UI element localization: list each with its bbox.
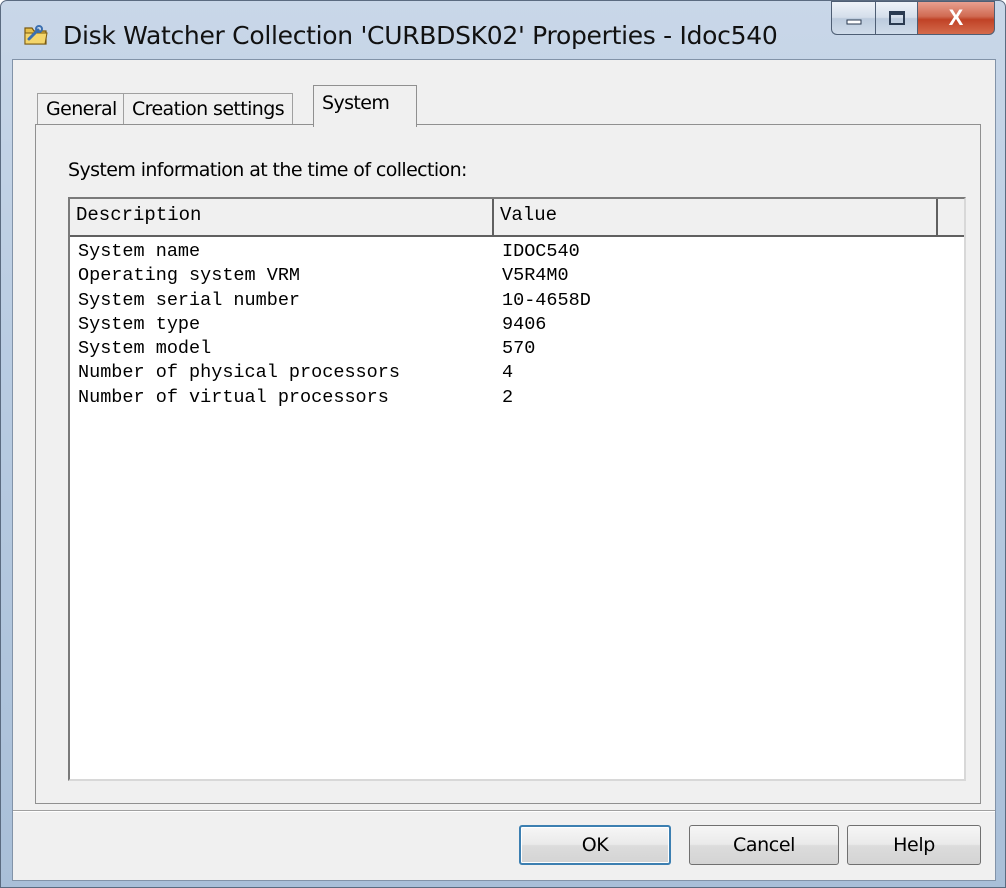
minimize-button[interactable] <box>831 1 875 35</box>
row-description: System type <box>78 313 201 335</box>
properties-window: Disk Watcher Collection 'CURBDSK02' Prop… <box>0 0 1006 888</box>
button-separator <box>13 810 995 812</box>
list-item[interactable]: System model 570 <box>70 338 535 362</box>
title-bar[interactable]: Disk Watcher Collection 'CURBDSK02' Prop… <box>1 1 1006 59</box>
row-description: Number of virtual processors <box>78 386 389 408</box>
caption-buttons: X <box>831 1 995 37</box>
system-info-label: System information at the time of collec… <box>68 159 467 181</box>
maximize-icon <box>888 11 905 25</box>
system-info-list[interactable]: Description Value System name IDOC540 Op… <box>68 197 966 781</box>
list-item[interactable]: Number of virtual processors 2 <box>70 387 513 411</box>
row-value: 2 <box>502 386 514 408</box>
maximize-button[interactable] <box>875 1 917 35</box>
row-description: System model <box>78 338 212 360</box>
tab-general[interactable]: General <box>37 93 126 125</box>
column-header-value[interactable]: Value <box>494 199 938 235</box>
row-value: 9406 <box>502 313 547 335</box>
list-item[interactable]: System type 9406 <box>70 313 546 338</box>
row-description: System name <box>78 241 201 262</box>
tab-system[interactable]: System <box>313 85 417 127</box>
list-item[interactable]: Operating system VRM V5R4M0 <box>70 265 569 289</box>
minimize-icon <box>846 19 861 25</box>
row-value: 10-4658D <box>502 289 591 311</box>
row-description: Number of physical processors <box>78 362 400 384</box>
folder-wrench-icon <box>24 25 48 45</box>
cancel-button[interactable]: Cancel <box>689 825 839 865</box>
window-title: Disk Watcher Collection 'CURBDSK02' Prop… <box>63 21 778 50</box>
row-description: System serial number <box>78 289 301 311</box>
list-item[interactable]: Number of physical processors 4 <box>70 362 513 386</box>
ok-button[interactable]: OK <box>519 825 671 865</box>
tab-creation-settings[interactable]: Creation settings <box>123 93 293 125</box>
row-value: V5R4M0 <box>502 265 569 287</box>
list-item[interactable]: System serial number 10-4658D <box>70 290 591 314</box>
list-rows: System name IDOC540 Operating system VRM… <box>70 241 591 411</box>
help-button[interactable]: Help <box>847 825 981 865</box>
row-value: 570 <box>502 338 536 360</box>
row-value: 4 <box>502 362 514 384</box>
row-description: Operating system VRM <box>78 265 301 287</box>
list-item[interactable]: System name IDOC540 <box>70 241 580 265</box>
column-header-description[interactable]: Description <box>70 199 494 235</box>
close-icon: X <box>948 5 964 30</box>
list-header: Description Value <box>70 199 964 237</box>
row-value: IDOC540 <box>502 241 580 262</box>
dialog-client-area: General Creation settings System System … <box>12 59 996 881</box>
close-button[interactable]: X <box>917 1 995 35</box>
system-tab-panel: System information at the time of collec… <box>35 124 981 804</box>
